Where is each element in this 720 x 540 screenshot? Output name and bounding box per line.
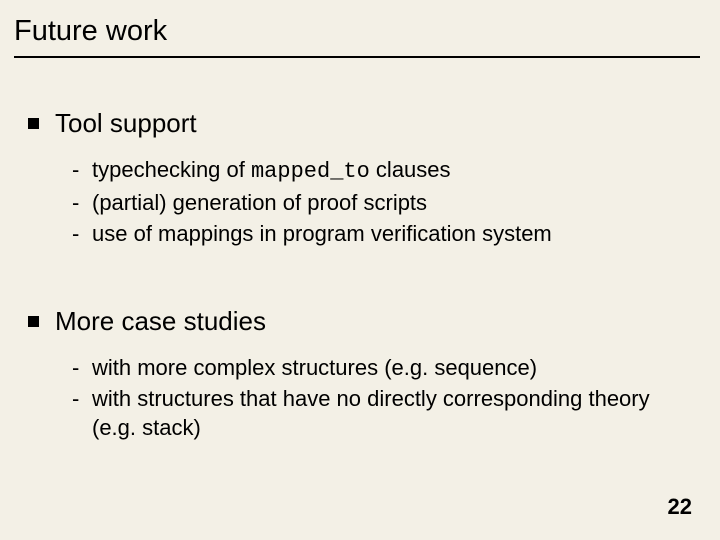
slide: Future work Tool support - typechecking …	[0, 0, 720, 540]
list-item-text: with structures that have no directly co…	[92, 384, 680, 442]
section-case-studies: More case studies - with more complex st…	[28, 306, 680, 442]
list-item-text: (partial) generation of proof scripts	[92, 188, 680, 217]
slide-title: Future work	[14, 16, 700, 58]
text-fragment: typechecking of	[92, 157, 251, 182]
text-fragment: clauses	[370, 157, 451, 182]
page-number: 22	[668, 494, 692, 520]
list-item: - typechecking of mapped_to clauses	[72, 155, 680, 186]
list-item: - with structures that have no directly …	[72, 384, 680, 442]
list-item-text: typechecking of mapped_to clauses	[92, 155, 680, 186]
section-tool-support: Tool support - typechecking of mapped_to…	[28, 108, 680, 248]
dash-icon: -	[72, 353, 92, 382]
square-bullet-icon	[28, 316, 39, 327]
list-item-text: with more complex structures (e.g. seque…	[92, 353, 680, 382]
dash-icon: -	[72, 384, 92, 413]
list-item: - with more complex structures (e.g. seq…	[72, 353, 680, 382]
list-item-text: use of mappings in program verification …	[92, 219, 680, 248]
section-heading-text: Tool support	[55, 108, 197, 139]
sub-list: - with more complex structures (e.g. seq…	[72, 353, 680, 442]
section-heading: Tool support	[28, 108, 680, 139]
section-heading: More case studies	[28, 306, 680, 337]
list-item: - use of mappings in program verificatio…	[72, 219, 680, 248]
section-heading-text: More case studies	[55, 306, 266, 337]
list-item: - (partial) generation of proof scripts	[72, 188, 680, 217]
dash-icon: -	[72, 155, 92, 184]
slide-content: Tool support - typechecking of mapped_to…	[28, 108, 680, 500]
dash-icon: -	[72, 188, 92, 217]
code-fragment: mapped_to	[251, 159, 370, 184]
dash-icon: -	[72, 219, 92, 248]
sub-list: - typechecking of mapped_to clauses - (p…	[72, 155, 680, 248]
square-bullet-icon	[28, 118, 39, 129]
